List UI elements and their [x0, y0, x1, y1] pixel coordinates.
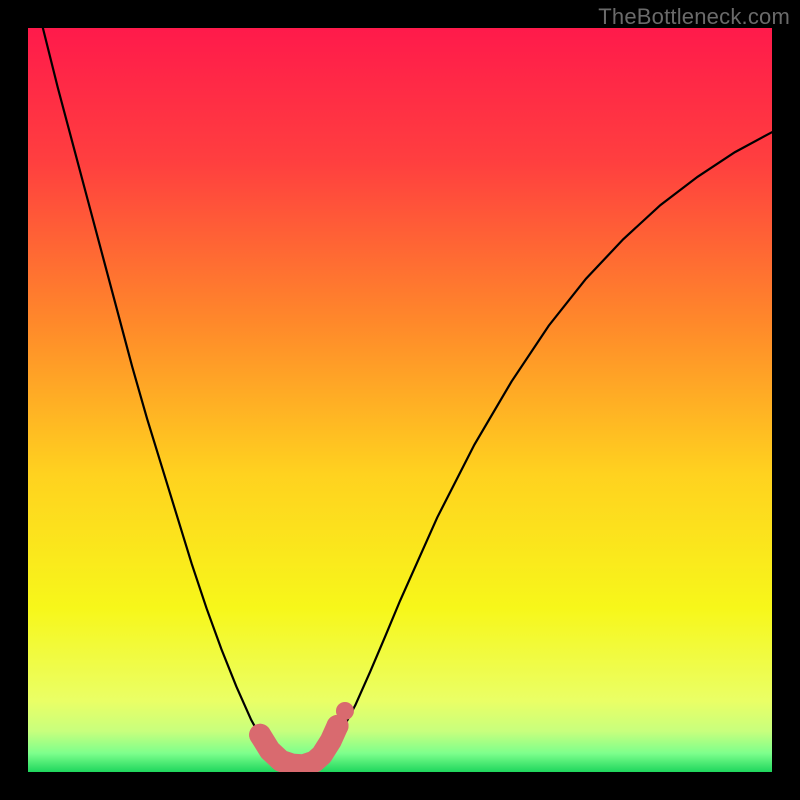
watermark-text: TheBottleneck.com — [598, 4, 790, 30]
chart-frame: TheBottleneck.com — [0, 0, 800, 800]
gradient-background — [28, 28, 772, 772]
plot-area — [28, 28, 772, 772]
highlight-end-dot — [249, 724, 271, 746]
bottleneck-chart — [28, 28, 772, 772]
highlight-bead — [336, 702, 354, 720]
